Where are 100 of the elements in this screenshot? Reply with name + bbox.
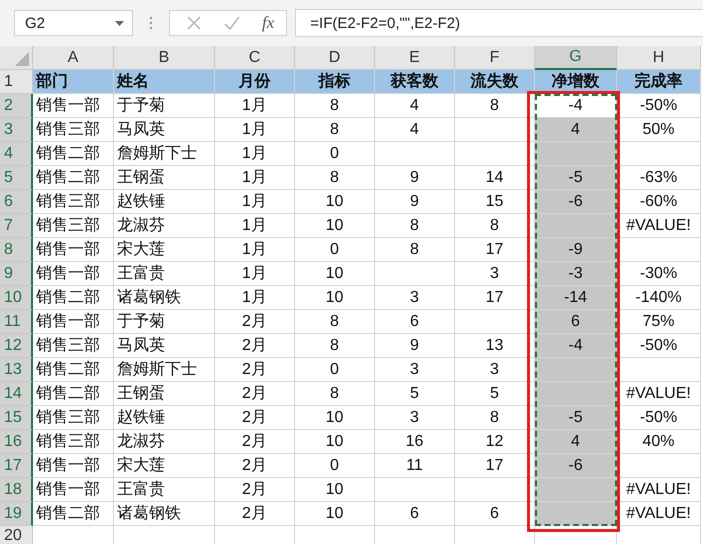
table-cell: 4: [375, 118, 455, 142]
table-cell: 9: [375, 190, 455, 214]
table-cell: 8: [295, 118, 375, 142]
row-header[interactable]: 2: [0, 94, 33, 118]
table-cell: 销售一部: [33, 310, 114, 334]
table-cell: 15: [455, 190, 535, 214]
column-header[interactable]: H: [617, 46, 701, 70]
table-cell: 1月: [215, 94, 295, 118]
table-cell: 1月: [215, 142, 295, 166]
table-cell: 8: [295, 382, 375, 406]
table-cell: 4: [535, 430, 617, 454]
table-cell: -50%: [617, 94, 701, 118]
column-header[interactable]: C: [215, 46, 295, 70]
table-cell: 销售一部: [33, 238, 114, 262]
row-header[interactable]: 19: [0, 502, 33, 526]
table-cell: 3: [375, 286, 455, 310]
table-cell: -3: [535, 262, 617, 286]
cancel-icon[interactable]: [186, 15, 202, 31]
table-cell: 13: [455, 334, 535, 358]
table-cell: 8: [295, 166, 375, 190]
row-header[interactable]: 3: [0, 118, 33, 142]
table-cell: -5: [535, 406, 617, 430]
table-cell: -14: [535, 286, 617, 310]
row-header[interactable]: 7: [0, 214, 33, 238]
table-cell: 10: [295, 262, 375, 286]
table-cell: 销售二部: [33, 142, 114, 166]
table-cell: 10: [295, 286, 375, 310]
table-cell: #VALUE!: [617, 214, 701, 238]
insert-function-button[interactable]: fx: [262, 13, 274, 33]
table-cell: 8: [455, 94, 535, 118]
table-cell: 王富贵: [114, 478, 215, 502]
table-cell: 2月: [215, 406, 295, 430]
column-header[interactable]: A: [33, 46, 114, 70]
table-cell: 10: [295, 190, 375, 214]
table-cell: 王钢蛋: [114, 166, 215, 190]
table-cell: 销售一部: [33, 262, 114, 286]
column-header[interactable]: D: [295, 46, 375, 70]
row-header[interactable]: 18: [0, 478, 33, 502]
table-cell: 销售一部: [33, 454, 114, 478]
column-header[interactable]: B: [114, 46, 215, 70]
table-cell: 3: [455, 358, 535, 382]
table-cell: 8: [455, 406, 535, 430]
formula-field[interactable]: =IF(E2-F2=0,"",E2-F2): [295, 9, 703, 37]
table-cell: 2月: [215, 382, 295, 406]
table-cell: 6: [375, 310, 455, 334]
row-header[interactable]: 13: [0, 358, 33, 382]
table-cell: 10: [295, 214, 375, 238]
column-title: 姓名: [114, 70, 215, 94]
row-header[interactable]: 15: [0, 406, 33, 430]
table-cell: 1月: [215, 262, 295, 286]
table-cell: 诸葛钢铁: [114, 502, 215, 526]
row-header[interactable]: 4: [0, 142, 33, 166]
row-header[interactable]: 9: [0, 262, 33, 286]
table-cell: 龙淑芬: [114, 430, 215, 454]
row-header[interactable]: 12: [0, 334, 33, 358]
table-cell: 75%: [617, 310, 701, 334]
table-cell: 8: [295, 310, 375, 334]
row-header[interactable]: 11: [0, 310, 33, 334]
column-title: 月份: [215, 70, 295, 94]
table-cell: 赵铁锤: [114, 190, 215, 214]
row-header[interactable]: 5: [0, 166, 33, 190]
table-cell: 2月: [215, 478, 295, 502]
name-box[interactable]: G2: [14, 10, 133, 36]
row-header[interactable]: 1: [0, 70, 33, 94]
column-title: 部门: [33, 70, 114, 94]
table-cell: 销售三部: [33, 334, 114, 358]
table-cell: 10: [295, 406, 375, 430]
check-icon[interactable]: [224, 15, 240, 31]
column-header[interactable]: F: [455, 46, 535, 70]
row-header[interactable]: 14: [0, 382, 33, 406]
row-header[interactable]: 17: [0, 454, 33, 478]
table-cell: -6: [535, 190, 617, 214]
table-cell: 11: [375, 454, 455, 478]
row-header[interactable]: 6: [0, 190, 33, 214]
table-cell: 2月: [215, 334, 295, 358]
table-cell: 8: [455, 214, 535, 238]
row-header[interactable]: 20: [0, 526, 33, 544]
column-title: 指标: [295, 70, 375, 94]
row-header[interactable]: 10: [0, 286, 33, 310]
table-cell: 销售三部: [33, 190, 114, 214]
table-cell: 销售三部: [33, 406, 114, 430]
table-cell: 9: [375, 166, 455, 190]
table-cell: -50%: [617, 334, 701, 358]
table-cell: 6: [375, 502, 455, 526]
column-header[interactable]: E: [375, 46, 455, 70]
table-cell: -140%: [617, 286, 701, 310]
table-cell: 2月: [215, 358, 295, 382]
table-cell: 詹姆斯下士: [114, 358, 215, 382]
table-cell: 16: [375, 430, 455, 454]
table-cell: 销售二部: [33, 502, 114, 526]
table-cell: -60%: [617, 190, 701, 214]
caret-icon[interactable]: [115, 20, 124, 26]
column-header[interactable]: G: [535, 46, 617, 70]
select-all-icon[interactable]: [15, 52, 29, 66]
row-header[interactable]: 16: [0, 430, 33, 454]
row-header[interactable]: 8: [0, 238, 33, 262]
table-cell: -30%: [617, 262, 701, 286]
column-title: 流失数: [455, 70, 535, 94]
table-cell: 4: [535, 118, 617, 142]
table-cell: 4: [375, 94, 455, 118]
